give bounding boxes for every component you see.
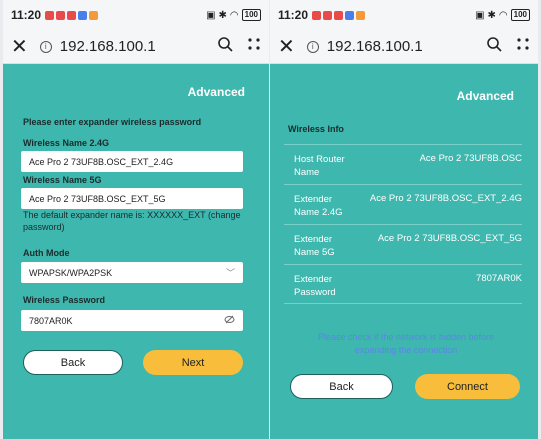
form-prompt: Please enter expander wireless password — [23, 117, 202, 127]
url-text[interactable]: 192.168.100.1 — [60, 38, 156, 55]
back-label: Back — [329, 380, 354, 393]
info-icon[interactable]: i — [306, 40, 319, 53]
notification-icon — [89, 10, 99, 20]
name24-value: Ace Pro 2 73UF8B.OSC_EXT_2.4G — [29, 156, 174, 167]
name5-value: Ace Pro 2 73UF8B.OSC_EXT_5G — [29, 193, 166, 204]
info-key: Extender Password — [294, 274, 336, 298]
next-button[interactable]: Next — [143, 350, 243, 375]
notification-icon — [78, 10, 88, 20]
info-key: Extender Name 5G — [294, 234, 335, 258]
back-button[interactable]: Back — [290, 374, 393, 399]
bluetooth-icon: ✱ — [487, 9, 496, 21]
info-row-ext5: Extender Name 5G Ace Pro 2 73UF8B.OSC_EX… — [284, 224, 522, 264]
notification-icon — [312, 10, 322, 20]
notification-icon — [67, 10, 77, 20]
wifi-icon: ◠ — [229, 9, 239, 21]
notification-icon — [345, 10, 355, 20]
battery-icon: 100 — [241, 9, 261, 21]
notification-icon — [56, 10, 66, 20]
info-row-password: Extender Password 7807AR0K — [284, 264, 522, 304]
password-label: Wireless Password — [23, 295, 105, 305]
screen-password-form: 11:20 ▣ ✱ ◠ 100 ✕ i 192.168.100.1 Advanc… — [3, 0, 269, 439]
close-icon[interactable]: ✕ — [278, 37, 295, 57]
next-label: Next — [181, 356, 205, 369]
more-icon[interactable] — [247, 37, 261, 56]
search-icon[interactable] — [217, 36, 233, 57]
status-bar: 11:20 ▣ ✱ ◠ 100 — [3, 0, 269, 30]
auth-mode-select[interactable]: WPAPSK/WPA2PSK ﹀ — [21, 262, 243, 283]
notification-icon — [45, 10, 55, 20]
info-key: Extender Name 2.4G — [294, 194, 343, 218]
auth-mode-label: Auth Mode — [23, 248, 70, 258]
name5-input[interactable]: Ace Pro 2 73UF8B.OSC_EXT_5G — [21, 188, 243, 209]
name24-input[interactable]: Ace Pro 2 73UF8B.OSC_EXT_2.4G — [21, 151, 243, 172]
browser-url-bar: ✕ i 192.168.100.1 — [3, 30, 269, 64]
info-value: Ace Pro 2 73UF8B.OSC — [419, 153, 522, 164]
nfc-icon: ▣ — [475, 9, 485, 21]
connect-label: Connect — [447, 380, 488, 393]
eye-off-icon[interactable] — [224, 315, 235, 326]
battery-icon: 100 — [510, 9, 530, 21]
close-icon[interactable]: ✕ — [11, 37, 28, 57]
url-text[interactable]: 192.168.100.1 — [327, 38, 423, 55]
wifi-icon: ◠ — [498, 9, 508, 21]
name5-label: Wireless Name 5G — [23, 175, 102, 185]
back-label: Back — [60, 356, 86, 369]
advanced-link[interactable]: Advanced — [457, 89, 514, 103]
hidden-network-note: Please check if the network is hidden be… — [317, 332, 495, 355]
info-icon[interactable]: i — [39, 40, 52, 53]
chevron-down-icon: ﹀ — [225, 268, 235, 278]
info-value: Ace Pro 2 73UF8B.OSC_EXT_2.4G — [369, 193, 522, 204]
info-key: Host Router Name — [294, 154, 345, 178]
search-icon[interactable] — [486, 36, 502, 57]
info-row-ext24: Extender Name 2.4G Ace Pro 2 73UF8B.OSC_… — [284, 184, 522, 224]
status-bar: 11:20 ▣ ✱ ◠ 100 — [270, 0, 538, 30]
default-name-hint: The default expander name is: XXXXXX_EXT… — [23, 210, 241, 232]
notification-icon — [323, 10, 333, 20]
wireless-info-title: Wireless Info — [288, 124, 344, 134]
notification-icon — [356, 10, 366, 20]
bluetooth-icon: ✱ — [218, 9, 227, 21]
info-row-host: Host Router Name Ace Pro 2 73UF8B.OSC — [284, 144, 522, 182]
info-value: Ace Pro 2 73UF8B.OSC_EXT_5G — [377, 233, 522, 244]
status-time: 11:20 — [11, 8, 42, 22]
info-value: 7807AR0K — [476, 273, 522, 284]
browser-url-bar: ✕ i 192.168.100.1 — [270, 30, 538, 64]
more-icon[interactable] — [516, 37, 530, 56]
connect-button[interactable]: Connect — [415, 374, 520, 399]
name24-label: Wireless Name 2.4G — [23, 138, 109, 148]
password-input[interactable]: 7807AR0K — [21, 310, 243, 331]
notification-icon — [334, 10, 344, 20]
back-button[interactable]: Back — [23, 350, 123, 375]
auth-mode-value: WPAPSK/WPA2PSK — [29, 267, 113, 278]
status-time: 11:20 — [278, 8, 309, 22]
nfc-icon: ▣ — [206, 9, 216, 21]
password-value: 7807AR0K — [29, 315, 73, 326]
screen-wireless-info: 11:20 ▣ ✱ ◠ 100 ✕ i 192.168.100.1 Advanc… — [270, 0, 538, 439]
advanced-link[interactable]: Advanced — [188, 85, 245, 99]
